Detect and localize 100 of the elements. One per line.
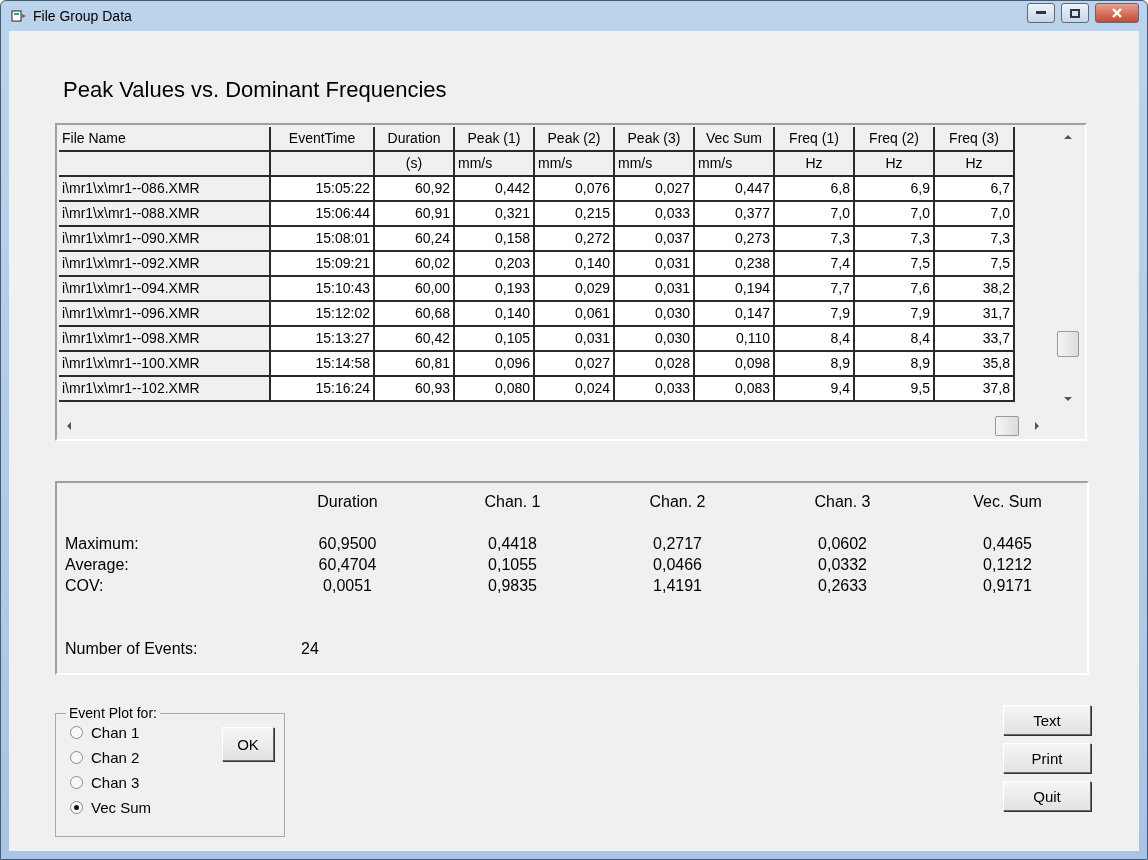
unit-cell: Hz [855, 152, 933, 175]
table-cell: 38,2 [935, 277, 1013, 300]
table-cell: i\mr1\x\mr1--090.XMR [59, 227, 269, 250]
stats-value: 0,0602 [817, 535, 868, 554]
stats-value: 0,0332 [817, 556, 868, 575]
table-cell: 0,447 [695, 177, 773, 200]
table-cell: 7,6 [855, 277, 933, 300]
table-cell: 7,5 [935, 252, 1013, 275]
table-cell: i\mr1\x\mr1--096.XMR [59, 302, 269, 325]
table-cell: 0,193 [455, 277, 533, 300]
ok-button[interactable]: OK [222, 727, 274, 761]
unit-cell: mm/s [615, 152, 693, 175]
table-cell: 0,158 [455, 227, 533, 250]
column-header: EventTime [271, 127, 373, 150]
radio-option[interactable]: Chan 2 [70, 748, 222, 767]
stats-label: COV: [65, 577, 105, 596]
unit-cell: (s) [375, 152, 453, 175]
table-cell: 15:06:44 [271, 202, 373, 225]
table-cell: 0,024 [535, 377, 613, 400]
table-cell: 7,0 [935, 202, 1013, 225]
table-cell: 35,8 [935, 352, 1013, 375]
radio-option[interactable]: Vec Sum [70, 798, 222, 817]
table-cell: 0,272 [535, 227, 613, 250]
table-cell: 0,238 [695, 252, 773, 275]
maximize-button[interactable] [1061, 3, 1089, 23]
table-cell: 60,81 [375, 352, 453, 375]
table-cell: 0,031 [535, 327, 613, 350]
table-cell: i\mr1\x\mr1--088.XMR [59, 202, 269, 225]
table-cell: 15:09:21 [271, 252, 373, 275]
close-button[interactable] [1095, 3, 1139, 23]
stats-column-header: Chan. 2 [648, 493, 707, 512]
radio-option[interactable]: Chan 3 [70, 773, 222, 792]
table-cell: i\mr1\x\mr1--094.XMR [59, 277, 269, 300]
table-cell: 0,031 [615, 277, 693, 300]
table-cell: 0,110 [695, 327, 773, 350]
table-cell: 9,5 [855, 377, 933, 400]
table-cell: 60,91 [375, 202, 453, 225]
table-cell: i\mr1\x\mr1--100.XMR [59, 352, 269, 375]
table-cell: 0,030 [615, 327, 693, 350]
table-cell: 7,0 [775, 202, 853, 225]
table-cell: 0,442 [455, 177, 533, 200]
table-cell: i\mr1\x\mr1--086.XMR [59, 177, 269, 200]
minimize-button[interactable] [1027, 3, 1055, 23]
close-icon [1111, 8, 1123, 18]
column-header: Freq (3) [935, 127, 1013, 150]
table-cell: 0,273 [695, 227, 773, 250]
table-cell: 8,4 [855, 327, 933, 350]
table-cell: 7,9 [775, 302, 853, 325]
table-cell: 0,140 [535, 252, 613, 275]
action-button[interactable]: Quit [1003, 781, 1091, 811]
table-cell: 60,02 [375, 252, 453, 275]
table-cell: 7,5 [855, 252, 933, 275]
table-cell: 0,140 [455, 302, 533, 325]
stats-column-header: Duration [316, 493, 379, 512]
table-cell: 60,92 [375, 177, 453, 200]
stats-column-header: Chan. 1 [483, 493, 542, 512]
table-cell: 0,096 [455, 352, 533, 375]
table-cell: 0,030 [615, 302, 693, 325]
scroll-thumb[interactable] [1057, 331, 1079, 357]
table-cell: 8,4 [775, 327, 853, 350]
unit-cell: mm/s [535, 152, 613, 175]
group-title: Event Plot for: [68, 705, 158, 721]
table-cell: i\mr1\x\mr1--102.XMR [59, 377, 269, 400]
table-cell: 0,105 [455, 327, 533, 350]
table-cell: i\mr1\x\mr1--092.XMR [59, 252, 269, 275]
minimize-icon [1036, 11, 1046, 15]
table-cell: 8,9 [855, 352, 933, 375]
stats-value: 0,4418 [487, 535, 538, 554]
table-cell: 0,194 [695, 277, 773, 300]
table-cell: 60,42 [375, 327, 453, 350]
table-cell: 6,8 [775, 177, 853, 200]
stats-value: 0,0051 [322, 577, 373, 596]
table-cell: 0,203 [455, 252, 533, 275]
table-cell: 0,031 [615, 252, 693, 275]
table-cell: i\mr1\x\mr1--098.XMR [59, 327, 269, 350]
table-cell: 0,061 [535, 302, 613, 325]
stats-value: 1,4191 [652, 577, 703, 596]
unit-cell: Hz [775, 152, 853, 175]
table-cell: 31,7 [935, 302, 1013, 325]
table-cell: 0,377 [695, 202, 773, 225]
scroll-thumb[interactable] [995, 416, 1019, 436]
table-cell: 7,0 [855, 202, 933, 225]
table-cell: 0,028 [615, 352, 693, 375]
table-cell: 7,3 [775, 227, 853, 250]
report-heading: Peak Values vs. Dominant Frequencies [63, 77, 448, 103]
table-cell: 37,8 [935, 377, 1013, 400]
table-cell: 15:14:58 [271, 352, 373, 375]
stats-column-header: Vec. Sum [972, 493, 1043, 512]
window-title: File Group Data [33, 8, 133, 24]
column-header: Peak (3) [615, 127, 693, 150]
radio-option[interactable]: Chan 1 [70, 723, 222, 742]
stats-label: Maximum: [65, 535, 140, 554]
action-button[interactable]: Text [1003, 705, 1091, 735]
action-button[interactable]: Print [1003, 743, 1091, 773]
table-cell: 0,215 [535, 202, 613, 225]
stats-value: 60,9500 [317, 535, 378, 554]
table-cell: 7,3 [855, 227, 933, 250]
table-cell: 0,083 [695, 377, 773, 400]
table-cell: 15:08:01 [271, 227, 373, 250]
table-cell: 15:10:43 [271, 277, 373, 300]
